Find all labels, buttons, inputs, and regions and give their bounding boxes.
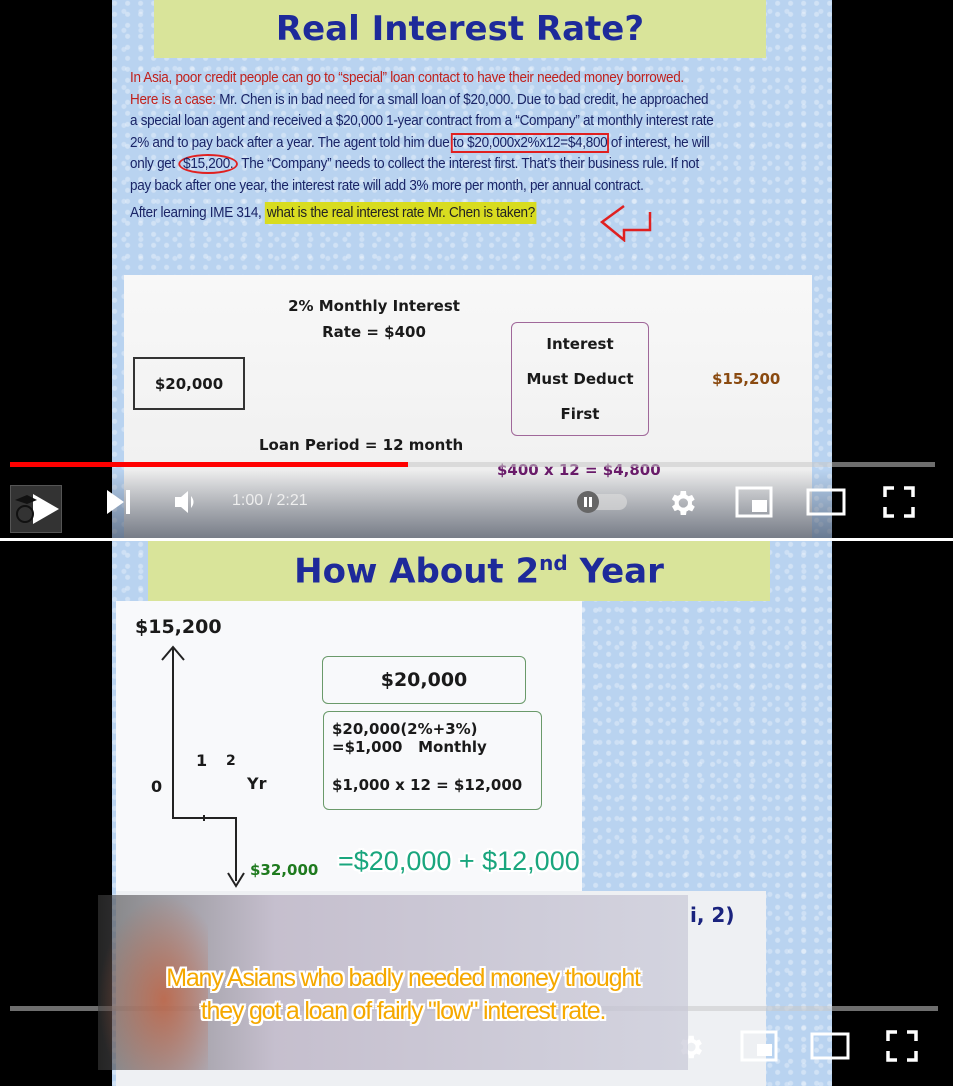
- case-line-2: a special loan agent and received a $20,…: [130, 113, 714, 129]
- received-amount: $15,200: [712, 370, 781, 388]
- case-line-4b: The “Company” needs to collect the inter…: [238, 156, 700, 172]
- title-band: Real Interest Rate?: [154, 0, 766, 58]
- progress-bar[interactable]: [10, 462, 935, 467]
- settings-gear-icon[interactable]: [666, 487, 698, 519]
- player-controls-top: 1:00 / 2:21: [0, 460, 953, 538]
- time-display: 1:00 / 2:21: [232, 492, 308, 509]
- slide-title: How About 2nd Year: [294, 551, 664, 591]
- boxed-calc: to $20,000x2%x12=$4,800: [451, 132, 610, 153]
- theater-mode-icon[interactable]: [806, 488, 846, 516]
- loan-period-label: Loan Period = 12 month: [259, 436, 464, 454]
- calc-box: $20,000(2%+3%) =$1,000 Monthly $1,000 x …: [323, 711, 542, 810]
- calc-line-1: $20,000(2%+3%): [332, 720, 478, 738]
- cashflow-axis-unit: Yr: [247, 774, 267, 793]
- question-prefix: After learning IME 314,: [130, 205, 265, 221]
- case-description: In Asia, poor credit people can go to “s…: [130, 68, 820, 225]
- title-band: How About 2nd Year: [148, 541, 770, 601]
- partial-formula: i, 2): [690, 903, 735, 927]
- slide-real-interest-rate: Real Interest Rate? In Asia, poor credit…: [112, 0, 832, 538]
- miniplayer-icon[interactable]: [740, 1030, 778, 1062]
- title-main: How About 2: [294, 551, 540, 592]
- monthly-rate-label: 2% Monthly Interest Rate = $400: [254, 293, 494, 345]
- cashflow-top-value: $15,200: [135, 616, 222, 638]
- cashflow-zero: 0: [151, 777, 163, 796]
- fullscreen-icon[interactable]: [886, 1030, 918, 1062]
- title-end: Year: [567, 551, 664, 592]
- principal-box: $20,000: [322, 656, 526, 704]
- caption-text: Many Asians who badly needed money thoug…: [98, 962, 708, 1028]
- deduct-interest-box: Interest Must Deduct First: [511, 322, 649, 436]
- video-player-top[interactable]: Real Interest Rate? In Asia, poor credit…: [0, 0, 953, 538]
- case-label: Here is a case:: [130, 91, 216, 108]
- pause-icon: [577, 491, 599, 513]
- monthly-rate-line-2: Rate = $400: [322, 323, 426, 341]
- miniplayer-icon[interactable]: [735, 486, 773, 518]
- deduct-line-3: First: [560, 405, 600, 423]
- deduct-line-2: Must Deduct: [526, 370, 634, 388]
- question-highlight: what is the real interest rate Mr. Chen …: [264, 202, 537, 224]
- channel-logo-icon[interactable]: [10, 485, 62, 533]
- red-arrow-annotation-icon: [599, 204, 652, 242]
- case-line-3b: of interest, he will: [607, 134, 710, 151]
- deduct-line-1: Interest: [546, 335, 614, 353]
- monthly-rate-line-1: 2% Monthly Interest: [288, 297, 460, 315]
- sum-annotation: =$20,000 + $12,000: [338, 846, 580, 876]
- cashflow-bottom-value: $32,000: [250, 861, 319, 879]
- cashflow-tick-1: 1: [196, 751, 208, 770]
- case-line-1: Mr. Chen is in bad need for a small loan…: [215, 91, 709, 108]
- case-line-3a: 2% and to pay back after a year. The age…: [130, 134, 453, 151]
- fullscreen-icon[interactable]: [883, 486, 915, 518]
- title-superscript: nd: [539, 550, 568, 575]
- case-line-5: pay back after one year, the interest ra…: [130, 177, 644, 194]
- case-line-4a: only get: [130, 156, 179, 172]
- slide-title: Real Interest Rate?: [275, 9, 645, 49]
- circled-amount: $15,200.: [178, 154, 239, 174]
- cashflow-tick-2: 2: [226, 753, 236, 769]
- next-video-icon[interactable]: [105, 488, 133, 516]
- caption-line-2: they got a loan of fairly "low" interest…: [200, 997, 607, 1025]
- calc-line-3: $1,000 x 12 = $12,000: [332, 776, 523, 794]
- principal-box: $20,000: [133, 357, 245, 410]
- theater-mode-icon[interactable]: [810, 1032, 850, 1060]
- caption-line-1: Many Asians who badly needed money thoug…: [166, 964, 641, 992]
- progress-played: [10, 462, 408, 467]
- autoplay-toggle[interactable]: [577, 491, 629, 513]
- volume-icon[interactable]: [172, 488, 200, 516]
- calc-line-2: =$1,000 Monthly: [332, 738, 487, 756]
- intro-text: In Asia, poor credit people can go to “s…: [130, 70, 684, 86]
